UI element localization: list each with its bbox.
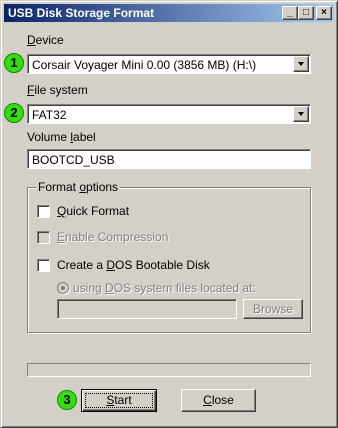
close-button[interactable]: Close (181, 389, 256, 412)
device-dropdown[interactable]: Corsair Voyager Mini 0.00 (3856 MB) (H:\… (27, 54, 311, 74)
step-3-badge: 3 (57, 390, 77, 410)
dos-bootable-checkbox[interactable] (37, 259, 50, 272)
format-progress-bar (27, 363, 311, 377)
step-1-badge: 1 (4, 53, 24, 73)
chevron-down-icon[interactable] (293, 106, 309, 122)
start-button[interactable]: Start (81, 389, 157, 412)
file-system-value: FAT32 (32, 108, 67, 122)
quick-format-checkbox[interactable] (37, 205, 50, 218)
focus-rect (85, 393, 153, 408)
dos-source-radio (57, 282, 69, 294)
title-bar[interactable]: USB Disk Storage Format _ □ × (4, 4, 334, 22)
enable-compression-label: Enable Compression (57, 230, 169, 244)
close-window-button[interactable]: × (316, 6, 332, 20)
dos-source-label: using DOS system files located at: (73, 281, 256, 295)
format-options-legend: Format options (36, 180, 121, 194)
device-value: Corsair Voyager Mini 0.00 (3856 MB) (H:\… (32, 58, 257, 72)
volume-label-input[interactable]: BOOTCD_USB (27, 149, 311, 169)
volume-label-value: BOOTCD_USB (32, 153, 115, 167)
enable-compression-checkbox (37, 231, 50, 244)
minimize-button[interactable]: _ (282, 6, 298, 20)
format-dialog: USB Disk Storage Format _ □ × Device 1 C… (0, 0, 338, 428)
device-label: Device (27, 33, 64, 47)
quick-format-label[interactable]: Quick Format (57, 204, 129, 218)
maximize-button[interactable]: □ (298, 6, 314, 20)
window-title: USB Disk Storage Format (8, 6, 155, 20)
browse-button: Browse (243, 299, 303, 319)
chevron-down-icon[interactable] (293, 56, 309, 72)
step-2-badge: 2 (4, 103, 24, 123)
file-system-dropdown[interactable]: FAT32 (27, 104, 311, 124)
file-system-label: File system (27, 83, 88, 97)
dos-files-path-input (57, 299, 237, 319)
volume-label-label: Volume label (27, 130, 96, 144)
dos-bootable-label[interactable]: Create a DOS Bootable Disk (57, 258, 210, 272)
